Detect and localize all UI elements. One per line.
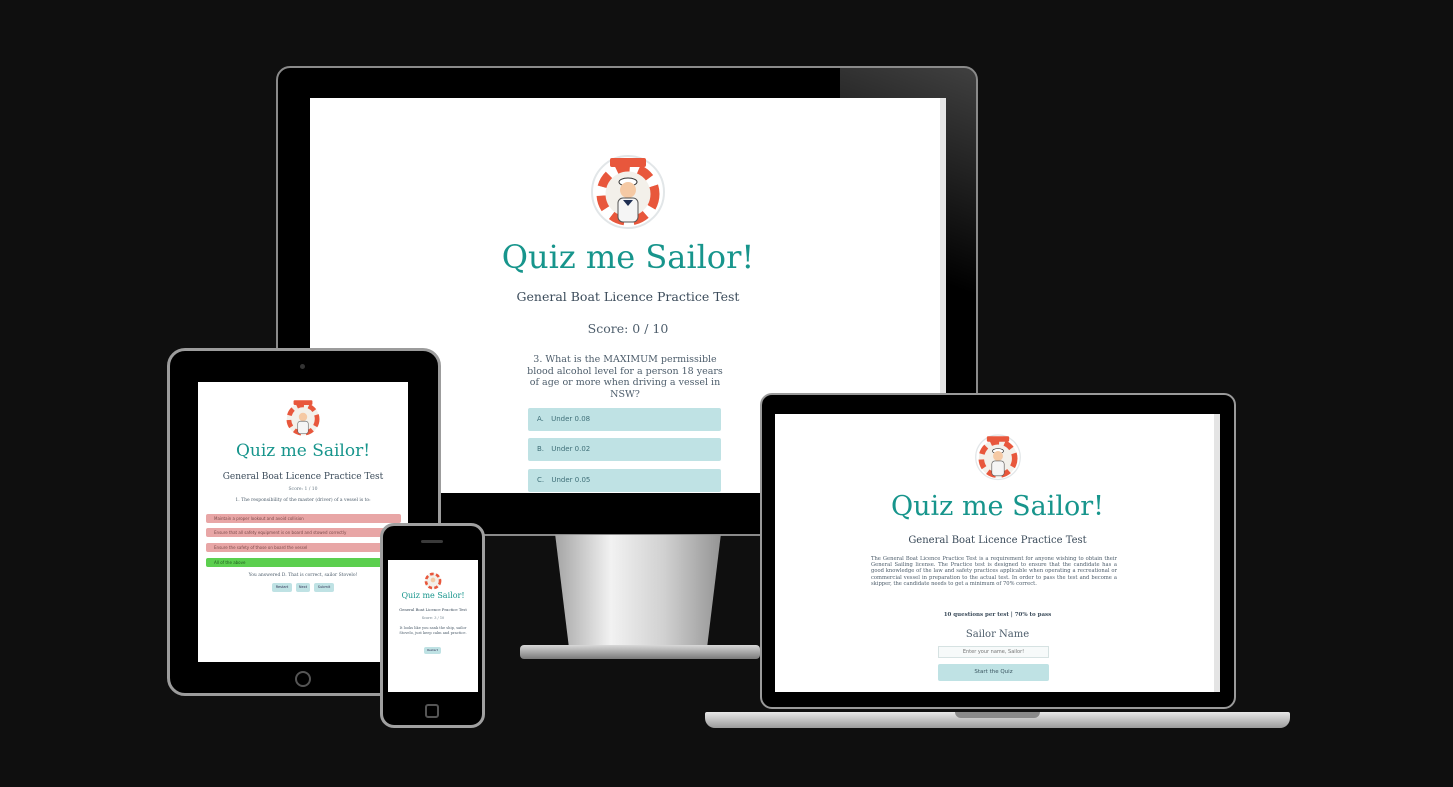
phone-screen: Quiz me Sailor! General Boat Licence Pra… [388, 560, 478, 692]
monitor-stand [555, 535, 721, 653]
intro-text: The General Boat Licence Practice Test i… [871, 556, 1117, 587]
submit-button[interactable]: Submit [314, 583, 334, 592]
page-title: Quiz me Sailor! [890, 491, 1104, 522]
page-subtitle: General Boat Licence Practice Test [399, 607, 467, 612]
answer-letter: C. [537, 476, 545, 484]
answer-text: Under 0.02 [551, 445, 591, 453]
answer-option-b[interactable]: B. Under 0.02 [528, 438, 721, 461]
phone-home-button[interactable] [425, 704, 439, 718]
sailor-logo-icon [591, 155, 665, 229]
score-display: Score: 3 / 10 [421, 616, 445, 620]
phone-speaker [421, 540, 443, 543]
answer-text: Maintain a proper lookout and avoid coll… [214, 516, 304, 521]
tablet-home-button[interactable] [295, 671, 311, 687]
page-subtitle: General Boat Licence Practice Test [222, 472, 384, 482]
answer-letter: A. [537, 415, 544, 423]
answer-option-d[interactable]: All of the above [206, 558, 401, 567]
monitor-base [520, 645, 760, 659]
question-text: 1. The responsibility of the master (dri… [235, 498, 371, 503]
tablet-screen: Quiz me Sailor! General Boat Licence Pra… [198, 382, 408, 662]
tablet-camera [300, 364, 305, 369]
sailor-logo-icon [424, 572, 442, 590]
score-display: Score: 0 / 10 [587, 321, 669, 336]
question-text: 3. What is the MAXIMUM permissible blood… [527, 354, 723, 400]
answer-text: All of the above [214, 560, 246, 565]
answer-option-a[interactable]: A. Under 0.08 [528, 408, 721, 431]
answer-text: Ensure the safety of those on board the … [214, 545, 308, 550]
laptop-notch [955, 712, 1040, 718]
answer-option-a[interactable]: Maintain a proper lookout and avoid coll… [206, 514, 401, 523]
page-title: Quiz me Sailor! [501, 238, 755, 276]
sailor-name-input[interactable] [938, 646, 1049, 658]
answer-option-c[interactable]: C. Under 0.05 [528, 469, 721, 492]
scrollbar[interactable] [1214, 414, 1220, 692]
laptop-screen: Quiz me Sailor! General Boat Licence Pra… [775, 414, 1220, 692]
score-display: Score: 1 / 10 [288, 487, 318, 492]
quiz-rules: 10 questions per test | 70% to pass [943, 612, 1052, 618]
restart-button[interactable]: Restart [272, 583, 292, 592]
restart-button[interactable]: Restart [424, 647, 441, 654]
name-label: Sailor Name [965, 629, 1030, 640]
start-quiz-button[interactable]: Start the Quiz [938, 664, 1049, 681]
page-title: Quiz me Sailor! [401, 591, 465, 600]
answer-option-b[interactable]: Ensure that all safety equipment is on b… [206, 528, 401, 537]
answer-text: Under 0.05 [551, 476, 591, 484]
sailor-logo-icon [286, 400, 320, 436]
sailor-logo-icon [974, 434, 1021, 481]
page-subtitle: General Boat Licence Practice Test [516, 289, 740, 304]
page-title: Quiz me Sailor! [235, 441, 371, 461]
feedback-message: You answered D. That is correct, sailor … [248, 573, 358, 578]
answer-text: Under 0.08 [551, 415, 591, 423]
answer-text: Ensure that all safety equipment is on b… [214, 530, 347, 535]
page-subtitle: General Boat Licence Practice Test [908, 535, 1087, 546]
result-message: It looks like you sank the ship, sailor … [399, 626, 467, 635]
next-button[interactable]: Next [296, 583, 310, 592]
answer-option-c[interactable]: Ensure the safety of those on board the … [206, 543, 401, 552]
answer-letter: B. [537, 445, 545, 453]
